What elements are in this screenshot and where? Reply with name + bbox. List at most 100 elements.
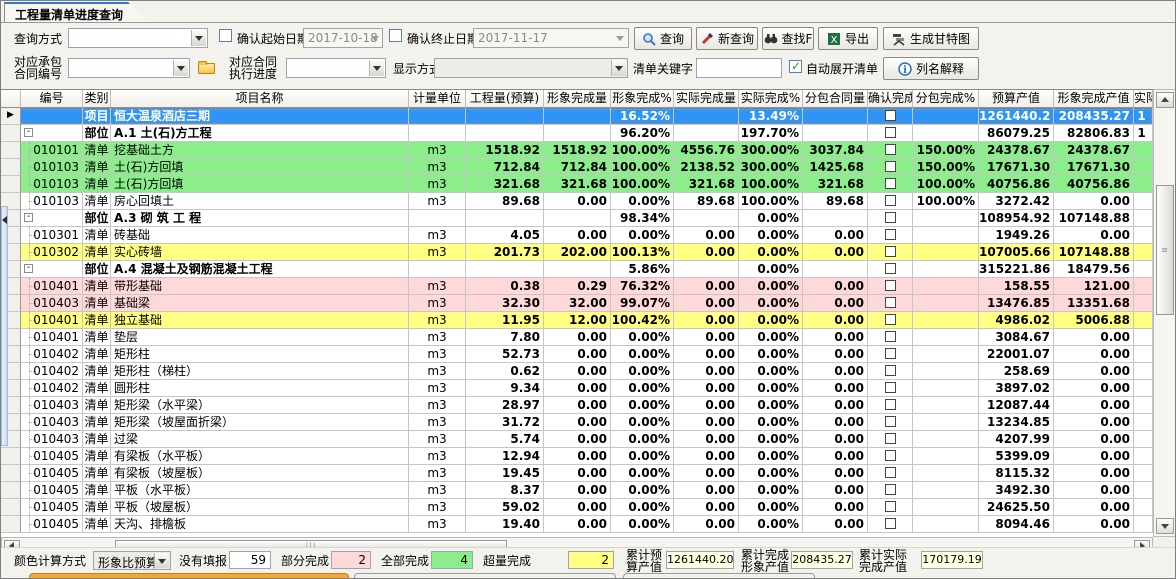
confirm-checkbox[interactable] (885, 382, 896, 393)
table-row[interactable]: 010103清单土(石)方回填m3712.84712.84100.00%2138… (1, 159, 1153, 176)
table-row[interactable]: 010405清单平板（坡屋板）m359.020.000.00%0.000.00%… (1, 499, 1153, 516)
bottom-tab-3[interactable] (623, 573, 815, 579)
row-selector[interactable]: ▶ (1, 108, 21, 125)
table-row[interactable]: 010402清单矩形柱（梯柱）m30.620.000.00%0.000.00%0… (1, 363, 1153, 380)
chevron-down-icon[interactable] (191, 30, 206, 46)
column-header[interactable]: 工程量(预算) (466, 90, 544, 108)
column-header[interactable]: 实际完成% (739, 90, 803, 108)
confirm-checkbox[interactable] (885, 365, 896, 376)
export-button[interactable]: X 导出 (818, 27, 878, 50)
table-row[interactable]: 010403清单矩形梁（坡屋面折梁）m331.720.000.00%0.000.… (1, 414, 1153, 431)
confirm-checkbox[interactable] (885, 161, 896, 172)
table-row[interactable]: 010302清单实心砖墙m3201.73202.00100.13%0.000.0… (1, 244, 1153, 261)
auto-expand-checkbox[interactable] (789, 60, 802, 73)
row-selector[interactable] (1, 142, 21, 159)
vertical-scrollbar[interactable]: ≡ (1153, 89, 1176, 537)
row-selector[interactable] (1, 176, 21, 193)
left-panel-splitter[interactable] (1, 206, 8, 446)
color-mode-combobox[interactable]: 形象比预算 (93, 551, 171, 570)
table-row[interactable]: -部位A.1 土(石)方工程96.20%197.70%86079.2582806… (1, 125, 1153, 142)
confirm-end-date-field[interactable]: 2017-11-17 (473, 28, 629, 48)
row-selector[interactable] (1, 125, 21, 142)
tree-collapse-icon[interactable]: - (24, 213, 33, 222)
confirm-checkbox[interactable] (885, 501, 896, 512)
query-mode-combobox[interactable] (68, 28, 208, 48)
column-header[interactable]: 编号 (21, 90, 83, 108)
confirm-checkbox[interactable] (885, 229, 896, 240)
table-row[interactable]: 010103清单房心回填土m389.680.000.00%89.68100.00… (1, 193, 1153, 210)
table-row[interactable]: 010405清单有梁板（坡屋板）m319.450.000.00%0.000.00… (1, 465, 1153, 482)
column-header[interactable]: 类别 (83, 90, 111, 108)
confirm-checkbox[interactable] (885, 263, 896, 274)
tree-collapse-icon[interactable]: - (24, 128, 33, 137)
confirm-end-checkbox[interactable] (389, 29, 402, 42)
table-row[interactable]: 010401清单独立基础m311.9512.00100.42%0.000.00%… (1, 312, 1153, 329)
confirm-checkbox[interactable] (885, 212, 896, 223)
folder-icon[interactable] (197, 59, 215, 75)
chevron-down-icon[interactable] (173, 60, 188, 76)
generate-gantt-button[interactable]: 生成甘特图 (883, 27, 979, 50)
column-header[interactable]: 形象完成产值 (1054, 90, 1134, 108)
table-row[interactable]: 010402清单矩形柱m352.730.000.00%0.000.00%0.00… (1, 346, 1153, 363)
column-header[interactable]: 形象完成% (611, 90, 674, 108)
confirm-checkbox[interactable] (885, 297, 896, 308)
table-row[interactable]: 010101清单挖基础土方m31518.921518.92100.00%4556… (1, 142, 1153, 159)
confirm-checkbox[interactable] (885, 450, 896, 461)
confirm-start-checkbox[interactable] (219, 29, 232, 42)
table-row[interactable]: -部位A.4 混凝土及钢筋混凝土工程5.86%0.00%315221.86184… (1, 261, 1153, 278)
confirm-checkbox[interactable] (885, 246, 896, 257)
table-row[interactable]: 010405清单天沟、排檐板m319.400.000.00%0.000.00%0… (1, 516, 1153, 533)
vertical-scroll-thumb[interactable]: ≡ (1156, 185, 1174, 315)
confirm-checkbox[interactable] (885, 110, 896, 121)
find-button[interactable]: 查找F (762, 27, 814, 50)
table-row[interactable]: 010401清单带形基础m30.380.2976.32%0.000.00%0.0… (1, 278, 1153, 295)
row-selector[interactable] (1, 482, 21, 499)
table-row[interactable]: 010301清单砖基础m34.050.000.00%0.000.00%0.001… (1, 227, 1153, 244)
tab-quantity-progress-query[interactable]: 工程量清单进度查询 (4, 2, 150, 23)
confirm-checkbox[interactable] (885, 399, 896, 410)
confirm-checkbox[interactable] (885, 178, 896, 189)
keyword-input[interactable] (696, 58, 782, 78)
contract-progress-combobox[interactable] (286, 58, 386, 78)
confirm-checkbox[interactable] (885, 195, 896, 206)
column-header[interactable]: 分包合同量 (803, 90, 868, 108)
confirm-checkbox[interactable] (885, 467, 896, 478)
confirm-checkbox[interactable] (885, 518, 896, 529)
display-mode-combobox[interactable] (434, 58, 628, 78)
table-row[interactable]: 010103清单土(石)方回填m3321.68321.68100.00%321.… (1, 176, 1153, 193)
confirm-checkbox[interactable] (885, 331, 896, 342)
chevron-down-icon[interactable] (611, 60, 626, 76)
scroll-down-button[interactable] (1156, 518, 1174, 534)
new-query-button[interactable]: 新查询 (696, 27, 758, 50)
column-header[interactable]: 项目名称 (111, 90, 409, 108)
column-help-button[interactable]: i 列名解释 (883, 57, 979, 80)
confirm-checkbox[interactable] (885, 433, 896, 444)
confirm-checkbox[interactable] (885, 484, 896, 495)
column-header[interactable]: 分包完成% (913, 90, 979, 108)
row-selector[interactable] (1, 465, 21, 482)
column-header[interactable]: 实际完成产值 (1134, 90, 1153, 108)
column-header[interactable]: 确认完成 (868, 90, 913, 108)
tree-collapse-icon[interactable]: - (24, 264, 33, 273)
chevron-down-icon[interactable] (154, 553, 169, 568)
row-selector[interactable] (1, 448, 21, 465)
confirm-checkbox[interactable] (885, 280, 896, 291)
table-row[interactable]: 010403清单矩形梁（水平梁）m328.970.000.00%0.000.00… (1, 397, 1153, 414)
confirm-checkbox[interactable] (885, 144, 896, 155)
column-header[interactable]: 形象完成量 (544, 90, 611, 108)
bottom-tab-active[interactable] (29, 573, 349, 579)
row-selector[interactable] (1, 159, 21, 176)
table-row[interactable]: 010405清单平板（水平板）m38.370.000.00%0.000.00%0… (1, 482, 1153, 499)
contract-no-combobox[interactable] (68, 58, 190, 78)
table-row[interactable]: 010401清单垫层m37.800.000.00%0.000.00%0.0030… (1, 329, 1153, 346)
table-row[interactable]: 010402清单圆形柱m39.340.000.00%0.000.00%0.003… (1, 380, 1153, 397)
column-header[interactable]: 计量单位 (409, 90, 466, 108)
bottom-tab-2[interactable] (354, 573, 616, 579)
table-row[interactable]: 010405清单有梁板（水平板）m312.940.000.00%0.000.00… (1, 448, 1153, 465)
row-selector[interactable] (1, 516, 21, 533)
query-button[interactable]: 查询 (634, 27, 692, 50)
column-header[interactable] (1, 90, 21, 108)
confirm-checkbox[interactable] (885, 348, 896, 359)
scroll-up-button[interactable] (1156, 92, 1174, 108)
confirm-checkbox[interactable] (885, 416, 896, 427)
